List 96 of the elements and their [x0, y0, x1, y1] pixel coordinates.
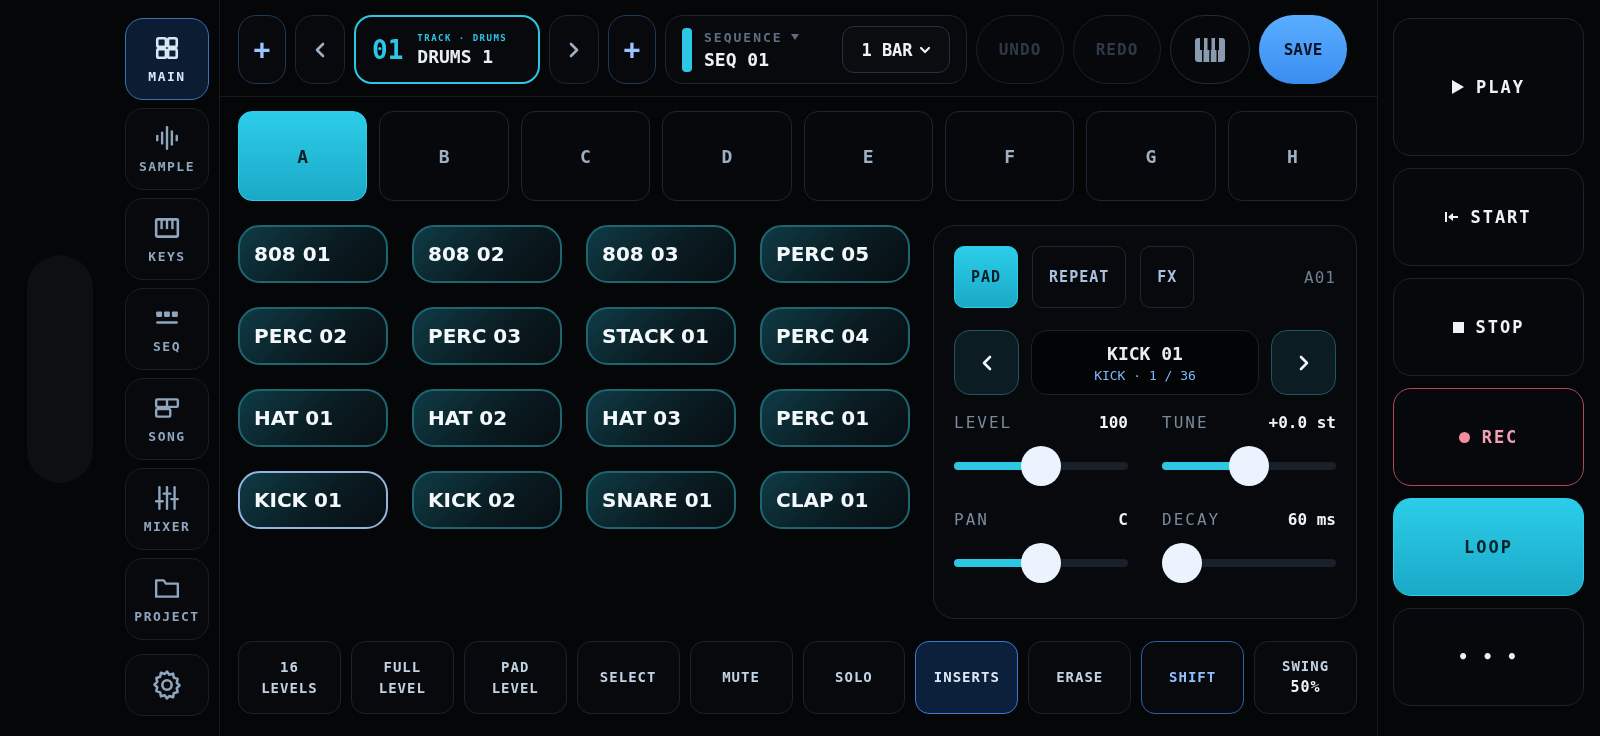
drum-pad[interactable]: STACK 01: [586, 307, 736, 365]
start-button[interactable]: START: [1393, 168, 1584, 266]
sample-name: KICK 01: [1107, 342, 1183, 364]
drum-pad[interactable]: CLAP 01: [760, 471, 910, 529]
skip-to-start-icon: [1445, 211, 1459, 223]
waveform-icon: [154, 124, 180, 151]
drum-pad[interactable]: 808 03: [586, 225, 736, 283]
sample-info: KICK · 1 / 36: [1094, 367, 1196, 383]
bank-tab[interactable]: F: [944, 111, 1075, 201]
drum-pad[interactable]: PERC 02: [238, 307, 388, 365]
panel-tab[interactable]: PAD: [954, 246, 1019, 308]
bank-tab[interactable]: E: [803, 111, 933, 201]
track-caption: TRACK · DRUMS: [417, 32, 508, 43]
pad-id: A01: [1304, 267, 1336, 287]
function-button[interactable]: 16 LEVELS: [238, 641, 341, 714]
loop-button[interactable]: LOOP: [1393, 498, 1584, 596]
function-button[interactable]: SWING 50%: [1254, 641, 1357, 714]
sequence-name: SEQ 01: [704, 48, 771, 70]
sliders-icon: [154, 484, 180, 511]
drum-pad[interactable]: HAT 01: [238, 389, 388, 447]
param-label: PAN: [954, 510, 989, 529]
save-button[interactable]: SAVE: [1259, 15, 1347, 84]
add-button[interactable]: +: [238, 15, 286, 84]
slider[interactable]: [954, 543, 1128, 583]
function-button[interactable]: MUTE: [689, 641, 793, 714]
settings-icon: [150, 668, 184, 702]
param-label: TUNE: [1162, 413, 1209, 432]
sequence-selector[interactable]: SEQUENCE SEQ 01 1 BAR: [665, 15, 967, 84]
chevron-left-icon: [313, 40, 327, 59]
drum-pad[interactable]: HAT 02: [412, 389, 562, 447]
sidebar-item[interactable]: SEQ: [125, 288, 209, 370]
sidebar-item[interactable]: SAMPLE: [125, 108, 209, 190]
record-icon: [1458, 431, 1470, 443]
record-button[interactable]: REC: [1393, 388, 1584, 486]
play-button[interactable]: PLAY: [1393, 18, 1584, 156]
param-value: 100: [1099, 413, 1128, 432]
bank-tab[interactable]: C: [520, 111, 651, 201]
drum-pad[interactable]: HAT 03: [586, 389, 736, 447]
stop-icon: [1452, 321, 1464, 333]
next-track-button[interactable]: [549, 15, 599, 84]
sidebar-item[interactable]: SONG: [125, 378, 209, 460]
slider[interactable]: [1162, 543, 1336, 583]
stop-button[interactable]: STOP: [1393, 278, 1584, 376]
bank-tab[interactable]: B: [379, 111, 509, 201]
slider[interactable]: [1162, 446, 1336, 486]
param-label: LEVEL: [954, 413, 1013, 432]
settings-button[interactable]: [125, 654, 209, 716]
drum-pad[interactable]: KICK 02: [412, 471, 562, 529]
function-button[interactable]: INSERTS: [915, 641, 1019, 714]
drum-pad[interactable]: PERC 03: [412, 307, 562, 365]
play-icon: [1452, 80, 1464, 94]
param-value: +0.0 st: [1268, 413, 1336, 432]
drum-pad[interactable]: 808 01: [238, 225, 388, 283]
drum-pad[interactable]: PERC 05: [760, 225, 910, 283]
bank-tab[interactable]: G: [1086, 111, 1216, 201]
function-button[interactable]: SHIFT: [1141, 641, 1245, 714]
function-button[interactable]: ERASE: [1028, 641, 1132, 714]
slider-thumb[interactable]: [1021, 543, 1061, 583]
sidebar-item[interactable]: MAIN: [125, 18, 209, 100]
add-button[interactable]: +: [608, 15, 656, 84]
drum-pad[interactable]: PERC 04: [760, 307, 910, 365]
previous-track-button[interactable]: [295, 15, 345, 84]
panel-tab[interactable]: REPEAT: [1032, 246, 1127, 308]
sidebar-item[interactable]: KEYS: [125, 198, 209, 280]
drum-pad[interactable]: KICK 01: [238, 471, 388, 529]
bank-tab[interactable]: A: [238, 111, 368, 201]
param-label: DECAY: [1162, 510, 1221, 529]
function-button[interactable]: SOLO: [802, 641, 906, 714]
sidebar-item[interactable]: PROJECT: [125, 558, 209, 640]
panel-tab[interactable]: FX: [1140, 246, 1195, 308]
sequence-label: SEQUENCE: [704, 29, 783, 45]
drum-pad[interactable]: 808 02: [412, 225, 562, 283]
function-button[interactable]: PAD LEVEL: [463, 641, 567, 714]
length-dropdown[interactable]: 1 BAR: [842, 26, 950, 73]
param-value: 60 ms: [1287, 510, 1336, 529]
slider-thumb[interactable]: [1021, 446, 1061, 486]
bank-tab[interactable]: H: [1227, 111, 1357, 201]
drum-pad[interactable]: SNARE 01: [586, 471, 736, 529]
param-value: C: [1118, 510, 1128, 529]
slider-thumb[interactable]: [1229, 446, 1269, 486]
function-button[interactable]: SELECT: [576, 641, 680, 714]
chevron-right-icon: [567, 40, 581, 59]
slider-thumb[interactable]: [1162, 543, 1202, 583]
drum-pad[interactable]: PERC 01: [760, 389, 910, 447]
function-button[interactable]: FULL LEVEL: [350, 641, 454, 714]
caret-icon: [918, 45, 931, 54]
sidebar-item[interactable]: MIXER: [125, 468, 209, 550]
more-button[interactable]: • • •: [1393, 608, 1584, 706]
slider[interactable]: [954, 446, 1128, 486]
grid-icon: [154, 34, 180, 61]
bank-tab[interactable]: D: [662, 111, 792, 201]
piano-keys-icon: [1195, 37, 1225, 62]
caret-icon: [790, 34, 799, 40]
track-number: 01: [372, 34, 404, 65]
sequence-color-bar: [682, 27, 692, 72]
track-name: DRUMS 1: [417, 45, 495, 67]
